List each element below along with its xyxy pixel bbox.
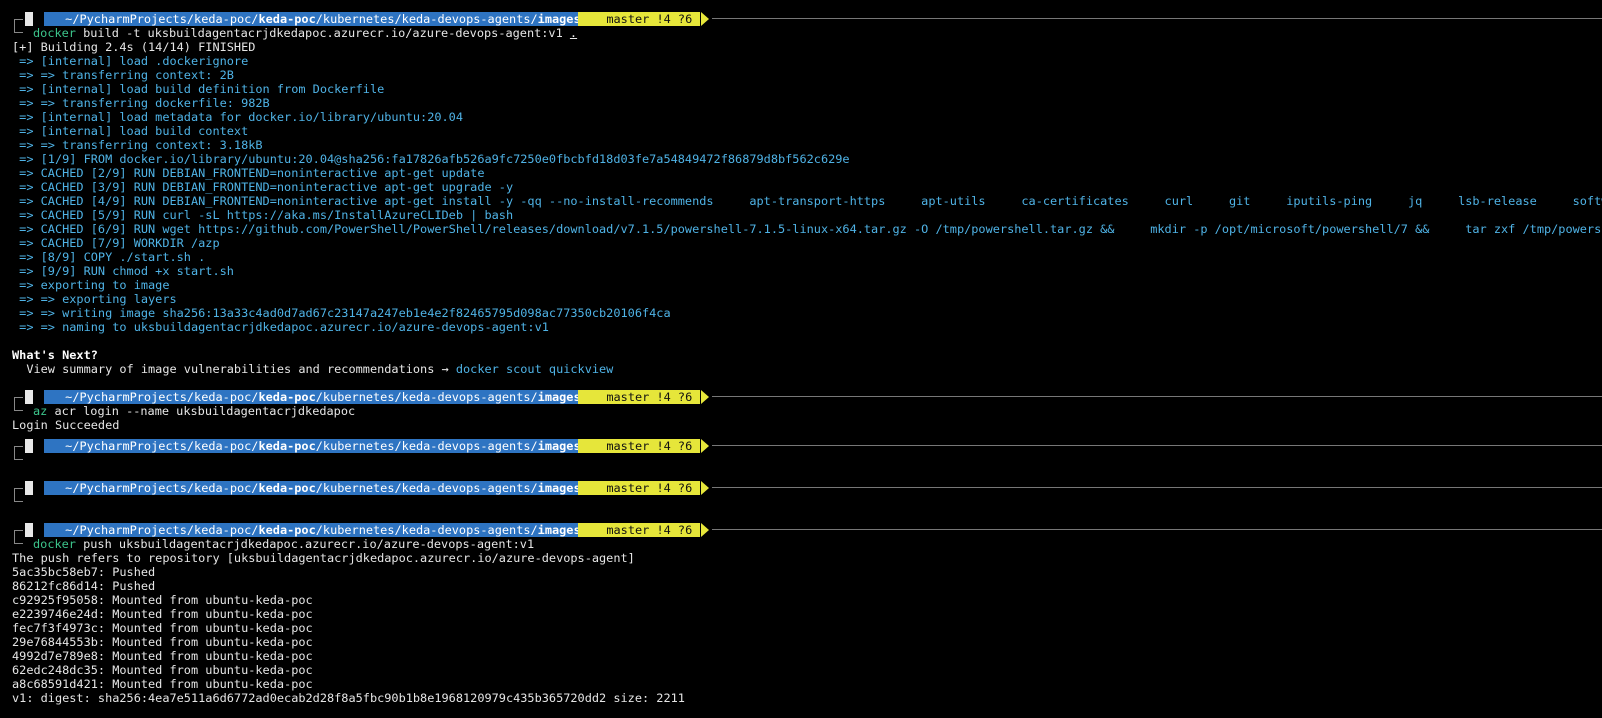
empty-command-line[interactable] bbox=[0, 495, 1602, 509]
build-header: [+] Building 2.4s (14/14) FINISHED bbox=[12, 40, 256, 54]
prompt-path: ~/PycharmProjects/keda-poc/keda-poc/kube… bbox=[44, 523, 587, 537]
build-step-line: => [internal] load build definition from… bbox=[12, 82, 385, 96]
push-output-line: a8c68591d421: Mounted from ubuntu-keda-p… bbox=[12, 677, 313, 691]
command-args: build -t uksbuildagentacrjdkedapoc.azure… bbox=[75, 26, 570, 40]
command-line[interactable]: docker push uksbuildagentacrjdkedapoc.az… bbox=[0, 537, 1602, 551]
build-step-line: => [8/9] COPY ./start.sh . bbox=[12, 250, 206, 264]
push-output-line: 4992d7e789e8: Mounted from ubuntu-keda-p… bbox=[12, 649, 313, 663]
build-step-line: => CACHED [2/9] RUN DEBIAN_FRONTEND=noni… bbox=[12, 166, 485, 180]
shell-prompt: ~/PycharmProjects/keda-poc/keda-poc/kube… bbox=[0, 439, 1602, 460]
os-icon bbox=[25, 439, 33, 453]
build-step-line: => => transferring context: 2B bbox=[12, 68, 234, 82]
os-icon bbox=[25, 481, 33, 495]
build-step-line: => CACHED [7/9] WORKDIR /azp bbox=[12, 236, 220, 250]
build-step-line: => => transferring dockerfile: 982B bbox=[12, 96, 270, 110]
push-output-line: 62edc248dc35: Mounted from ubuntu-keda-p… bbox=[12, 663, 313, 677]
build-step-line: => => exporting layers bbox=[12, 292, 177, 306]
git-status: master !4 ?6 bbox=[578, 390, 701, 404]
build-step-line: => => transferring context: 3.18kB bbox=[12, 138, 263, 152]
git-arrow bbox=[701, 12, 709, 26]
push-output-line: v1: digest: sha256:4ea7e511a6d6772ad0eca… bbox=[12, 691, 685, 705]
build-step-line: => CACHED [5/9] RUN curl -sL https://aka… bbox=[12, 208, 514, 222]
git-branch-icon bbox=[592, 12, 599, 26]
git-branch-icon bbox=[592, 481, 599, 495]
git-branch-icon bbox=[592, 390, 599, 404]
shell-prompt: ~/PycharmProjects/keda-poc/keda-poc/kube… bbox=[0, 390, 1602, 411]
command-args: acr login --name uksbuildagentacrjdkedap… bbox=[47, 404, 356, 418]
shell-prompt: ~/PycharmProjects/keda-poc/keda-poc/kube… bbox=[0, 523, 1602, 544]
build-step-line: => => naming to uksbuildagentacrjdkedapo… bbox=[12, 320, 549, 334]
os-icon bbox=[25, 12, 33, 26]
terminal-window[interactable]: ~/PycharmProjects/keda-poc/keda-poc/kube… bbox=[0, 0, 1602, 718]
prompt-rule bbox=[712, 18, 1602, 19]
git-status: master !4 ?6 bbox=[578, 481, 701, 495]
command-name: az bbox=[33, 404, 48, 418]
summary-line: View summary of image vulnerabilities an… bbox=[12, 362, 614, 376]
build-step-line: => [1/9] FROM docker.io/library/ubuntu:2… bbox=[12, 152, 850, 166]
prompt-path: ~/PycharmProjects/keda-poc/keda-poc/kube… bbox=[44, 481, 587, 495]
push-output-line: e2239746e24d: Mounted from ubuntu-keda-p… bbox=[12, 607, 313, 621]
build-step-line: => [9/9] RUN chmod +x start.sh bbox=[12, 264, 234, 278]
build-step-line: => CACHED [6/9] RUN wget https://github.… bbox=[12, 222, 1602, 236]
push-output-line: 29e76844553b: Mounted from ubuntu-keda-p… bbox=[12, 635, 313, 649]
prompt-path: ~/PycharmProjects/keda-poc/keda-poc/kube… bbox=[44, 12, 587, 26]
git-status: master !4 ?6 bbox=[578, 12, 701, 26]
git-branch-icon bbox=[592, 523, 599, 537]
command-line[interactable]: az acr login --name uksbuildagentacrjdke… bbox=[0, 404, 1602, 418]
push-output-line: fec7f3f4973c: Mounted from ubuntu-keda-p… bbox=[12, 621, 313, 635]
build-step-line: => => writing image sha256:13a33c4ad0d7a… bbox=[12, 306, 671, 320]
os-icon bbox=[25, 523, 33, 537]
command-name: docker bbox=[33, 537, 76, 551]
git-status: master !4 ?6 bbox=[578, 523, 701, 537]
push-output-line: The push refers to repository [uksbuilda… bbox=[12, 551, 635, 565]
os-icon bbox=[25, 390, 33, 404]
build-step-line: => [internal] load build context bbox=[12, 124, 249, 138]
push-output-line: c92925f95058: Mounted from ubuntu-keda-p… bbox=[12, 593, 313, 607]
build-step-line: => exporting to image bbox=[12, 278, 170, 292]
prompt-path: ~/PycharmProjects/keda-poc/keda-poc/kube… bbox=[44, 439, 587, 453]
whats-next-heading: What's Next? bbox=[12, 348, 98, 362]
push-output-line: 86212fc86d14: Pushed bbox=[12, 579, 156, 593]
git-branch-icon bbox=[592, 439, 599, 453]
command-dot: . bbox=[569, 26, 578, 40]
build-step-line: => [internal] load .dockerignore bbox=[12, 54, 249, 68]
build-step-line: => CACHED [4/9] RUN DEBIAN_FRONTEND=noni… bbox=[12, 194, 1602, 208]
git-status: master !4 ?6 bbox=[578, 439, 701, 453]
push-output-line: 5ac35bc58eb7: Pushed bbox=[12, 565, 156, 579]
command-name: docker bbox=[33, 26, 76, 40]
build-step-line: => [internal] load metadata for docker.i… bbox=[12, 110, 464, 124]
push-output: The push refers to repository [uksbuilda… bbox=[0, 551, 1602, 705]
command-args: push uksbuildagentacrjdkedapoc.azurecr.i… bbox=[75, 537, 535, 551]
command-line[interactable]: docker build -t uksbuildagentacrjdkedapo… bbox=[0, 26, 1602, 40]
shell-prompt: ~/PycharmProjects/keda-poc/keda-poc/kube… bbox=[0, 481, 1602, 502]
build-output: => [internal] load .dockerignore => => t… bbox=[0, 54, 1602, 334]
shell-prompt: ~/PycharmProjects/keda-poc/keda-poc/kube… bbox=[0, 12, 1602, 33]
build-step-line: => CACHED [3/9] RUN DEBIAN_FRONTEND=noni… bbox=[12, 180, 514, 194]
scout-quickview-link[interactable]: docker scout quickview bbox=[456, 362, 614, 376]
prompt-path: ~/PycharmProjects/keda-poc/keda-poc/kube… bbox=[44, 390, 587, 404]
empty-command-line[interactable] bbox=[0, 453, 1602, 467]
login-output: Login Succeeded bbox=[12, 418, 120, 432]
